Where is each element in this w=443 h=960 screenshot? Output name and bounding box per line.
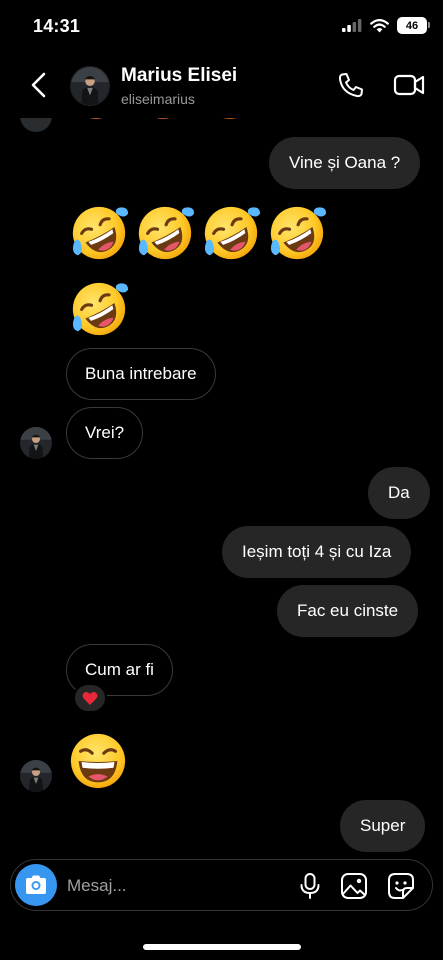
message-text: Fac eu cinste	[297, 601, 399, 620]
message-text: Buna intrebare	[85, 364, 197, 383]
avatar[interactable]	[20, 760, 52, 792]
phone-icon[interactable]	[336, 70, 366, 100]
message-bubble-outgoing[interactable]: Vine și Oana ?	[269, 137, 421, 189]
message-composer	[10, 859, 433, 911]
rolling-on-floor-laughing-emoji[interactable]	[68, 202, 130, 264]
message-bubble-outgoing[interactable]: Fac eu cinste	[277, 585, 419, 637]
red-heart-icon	[82, 691, 98, 705]
status-icons: 46	[342, 17, 430, 34]
message-text: Vrei?	[85, 423, 125, 442]
rolling-on-floor-laughing-emoji[interactable]	[266, 202, 328, 264]
back-chevron-icon[interactable]	[24, 70, 54, 100]
rolling-on-floor-laughing-emoji[interactable]	[134, 202, 196, 264]
message-text: Vine și Oana ?	[289, 153, 401, 172]
wifi-icon	[370, 18, 389, 32]
battery-icon: 46	[397, 17, 430, 34]
status-bar: 14:31 46	[0, 0, 443, 50]
grinning-squinting-face-emoji[interactable]	[67, 730, 129, 792]
avatar[interactable]	[70, 66, 110, 106]
status-time: 14:31	[33, 16, 81, 36]
camera-icon	[26, 875, 46, 894]
battery-level: 46	[405, 19, 419, 32]
message-bubble-outgoing[interactable]: Ieșim toți 4 și cu Iza	[222, 526, 412, 578]
message-bubble-outgoing[interactable]: Super	[340, 800, 426, 852]
message-text: Cum ar fi	[85, 660, 154, 679]
sticker-icon[interactable]	[387, 872, 415, 900]
rolling-on-floor-laughing-emoji[interactable]	[200, 202, 262, 264]
heart-reaction[interactable]	[73, 683, 107, 713]
camera-button[interactable]	[15, 864, 57, 906]
message-input[interactable]	[67, 874, 267, 898]
chat-header: Marius Elisei eliseimarius	[0, 56, 443, 118]
microphone-icon[interactable]	[298, 872, 322, 900]
message-text: Ieșim toți 4 și cu Iza	[242, 542, 392, 561]
contact-username[interactable]: eliseimarius	[121, 91, 195, 107]
avatar[interactable]	[20, 427, 52, 459]
message-text: Da	[388, 483, 410, 502]
video-camera-icon[interactable]	[392, 70, 426, 100]
message-bubble-incoming[interactable]: Vrei?	[66, 407, 144, 459]
gallery-icon[interactable]	[340, 872, 368, 900]
signal-icon	[342, 19, 362, 32]
message-bubble-outgoing[interactable]: Da	[368, 467, 430, 519]
contact-name[interactable]: Marius Elisei	[121, 65, 237, 87]
message-text: Super	[360, 816, 406, 835]
message-bubble-incoming[interactable]: Buna intrebare	[66, 348, 216, 400]
home-indicator	[143, 944, 301, 950]
rolling-on-floor-laughing-emoji[interactable]	[68, 278, 130, 340]
